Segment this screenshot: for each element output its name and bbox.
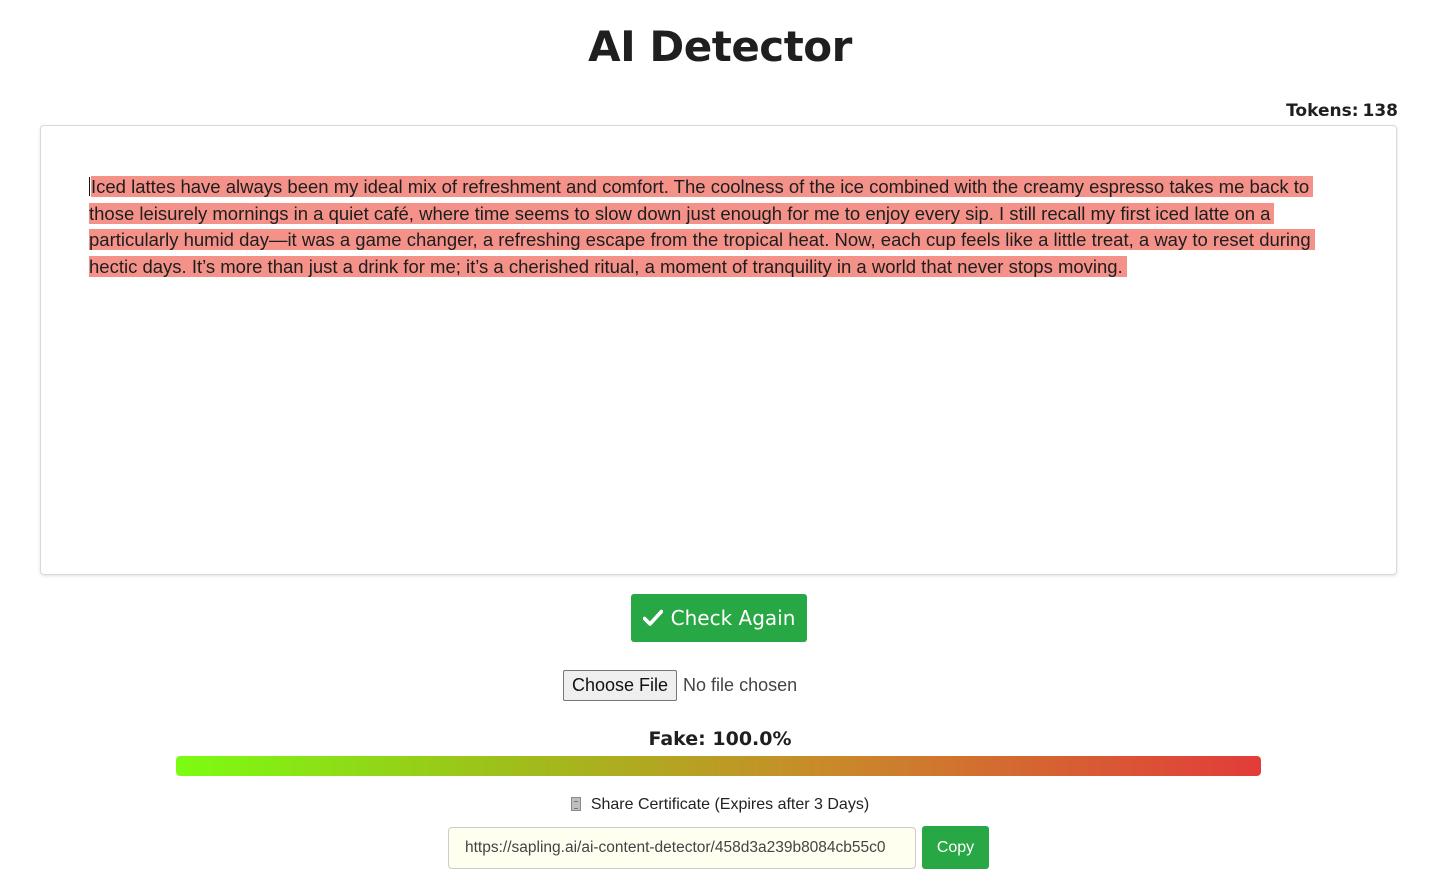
token-label: Tokens: bbox=[1286, 101, 1359, 121]
document-icon bbox=[570, 797, 581, 811]
token-count: 138 bbox=[1362, 101, 1399, 121]
page-title: AI Detector bbox=[588, 22, 852, 71]
copy-button[interactable]: Copy bbox=[922, 826, 989, 869]
check-again-label: Check Again bbox=[670, 606, 796, 630]
fake-score-label: Fake: 100.0% bbox=[648, 728, 792, 750]
fake-score-fill bbox=[176, 756, 1261, 776]
file-status: No file chosen bbox=[683, 675, 798, 695]
token-counter: Tokens: 138 bbox=[1286, 101, 1398, 121]
highlighted-text: Iced lattes have always been my ideal mi… bbox=[89, 176, 1315, 277]
check-icon bbox=[642, 609, 663, 626]
ai-detector-page: AI Detector Tokens: 138 Iced lattes have … bbox=[0, 0, 1440, 894]
check-again-button[interactable]: Check Again bbox=[631, 594, 807, 642]
choose-file-button[interactable]: Choose File bbox=[563, 670, 678, 701]
share-certificate: Share Certificate (Expires after 3 Days) bbox=[0, 796, 1440, 814]
share-url-input[interactable] bbox=[448, 826, 916, 869]
fake-score-meter bbox=[176, 756, 1261, 776]
text-editor[interactable]: Iced lattes have always been my ideal mi… bbox=[40, 125, 1397, 575]
share-url-row: Copy bbox=[448, 826, 989, 869]
text-caret bbox=[89, 177, 90, 196]
editor-content[interactable]: Iced lattes have always been my ideal mi… bbox=[89, 174, 1355, 280]
share-certificate-label: Share Certificate (Expires after 3 Days) bbox=[590, 796, 870, 813]
file-upload: Choose File No file chosen bbox=[563, 670, 797, 701]
